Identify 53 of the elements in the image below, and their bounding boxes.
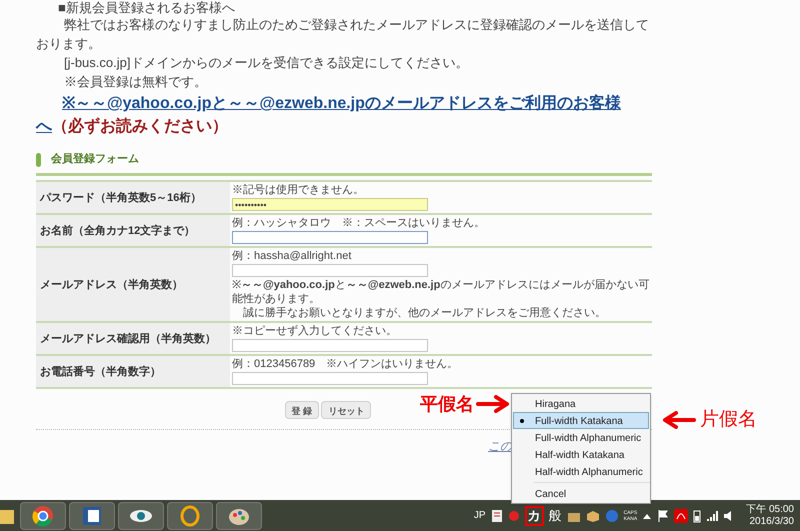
annotation-text: 片假名 <box>700 408 757 432</box>
menu-item[interactable]: Full-width Katakana <box>513 412 649 429</box>
intro-text: [j-bus.co.jp]ドメインからのメールを受信できる設定にしてください。 <box>63 54 470 72</box>
menu-item[interactable]: Half-width Alphanumeric <box>513 463 649 480</box>
field-hint: ※記号は使用できません。 <box>232 183 365 197</box>
clock[interactable]: 下午 05:00 2016/3/30 <box>746 504 794 528</box>
arrow-icon <box>476 395 510 413</box>
eye-icon[interactable] <box>118 502 164 530</box>
paint-icon[interactable] <box>216 502 262 530</box>
ring-icon[interactable] <box>167 502 213 530</box>
intro-text: ※会員登録は無料です。 <box>63 73 208 91</box>
field-label: メールアドレス確認用（半角英数） <box>36 323 230 354</box>
field-label: お電話番号（半角数字） <box>36 356 230 387</box>
chrome-icon[interactable] <box>20 502 66 530</box>
reset-button[interactable]: リセット <box>321 401 372 419</box>
form-title-marker <box>36 152 41 166</box>
input-field[interactable] <box>232 231 428 244</box>
box-icon[interactable] <box>586 508 600 522</box>
chevron-up-icon[interactable] <box>642 512 652 520</box>
form-title: 会員登録フォーム <box>51 152 139 167</box>
field-hint: 例：ハッシャタロウ ※：スペースはいりません。 <box>232 216 486 230</box>
battery-icon[interactable] <box>693 508 702 522</box>
menu-item[interactable]: Cancel <box>513 485 649 502</box>
field-label: パスワード（半角英数5～16桁） <box>36 182 230 213</box>
register-button[interactable]: 登 録 <box>284 401 320 419</box>
acrobat-icon[interactable] <box>674 508 688 522</box>
field-label: お名前（全角カナ12文字まで） <box>36 215 230 246</box>
field-label: メールアドレス（半角英数） <box>36 248 230 321</box>
input-field[interactable] <box>232 339 428 352</box>
menu-item[interactable]: Half-width Katakana <box>513 446 649 463</box>
field-note: 誠に勝手なお願いとなりますが、他のメールアドレスをご用意ください。 <box>242 306 607 320</box>
field-note: ※～～@yahoo.co.jpと～～@ezweb.ne.jpのメールアドレスにはメールが届かない可能性があります。 <box>232 278 650 306</box>
annotation-text: 平假名 <box>420 394 474 414</box>
menu-item[interactable]: Hiragana <box>513 395 649 412</box>
field-hint: 例：hassha@allright.net <box>232 249 352 263</box>
notice-link[interactable]: ※～～@yahoo.co.jpと～～@ezweb.ne.jpのメールアドレスをご利用のお客様 <box>62 95 621 112</box>
flag-icon[interactable] <box>657 508 670 522</box>
field-hint: ※コピーせず入力してください。 <box>232 324 398 338</box>
notice-note: （必ずお読みください） <box>52 116 228 137</box>
input-field[interactable] <box>232 264 428 277</box>
arrow-icon <box>662 411 696 430</box>
notice-link[interactable]: へ <box>36 115 52 138</box>
bullet-icon <box>520 419 524 423</box>
section-heading: ■新規会員登録されるお客様へ <box>57 0 236 15</box>
input-field[interactable]: •••••••••• <box>232 198 428 211</box>
input-field[interactable] <box>232 372 428 385</box>
field-hint: 例：0123456789 ※ハイフンはいりません。 <box>232 357 460 371</box>
ime-mode-button[interactable]: カ <box>524 506 544 526</box>
intro-text: 弊社ではお客様のなりすまし防止のためご登録されたメールアドレスに登録確認のメールを送信しております。 <box>36 16 650 53</box>
signal-icon[interactable] <box>706 510 718 522</box>
language-indicator[interactable]: JP <box>474 508 486 523</box>
ime-input-button[interactable]: 般 <box>548 506 562 526</box>
menu-item[interactable]: Full-width Alphanumeric <box>513 429 649 446</box>
